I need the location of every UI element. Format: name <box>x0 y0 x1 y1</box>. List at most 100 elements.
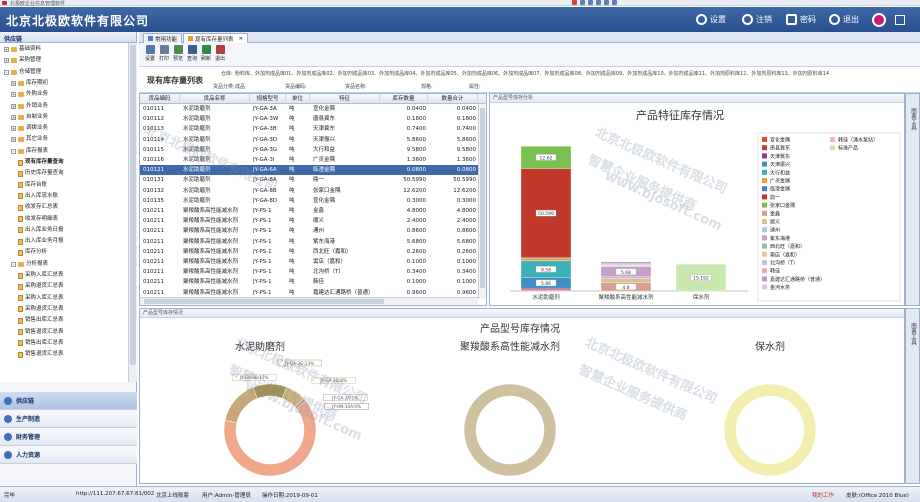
expand-icon[interactable]: + <box>11 126 16 132</box>
expand-icon[interactable]: + <box>11 103 16 109</box>
tree-node[interactable]: + 外购业务 <box>11 89 48 100</box>
module-finance[interactable]: 财务管理 <box>0 428 137 446</box>
table-row[interactable]: 010211 聚羧酸系高性能减水剂 JY-PS-1 吨 韩佳 0.1000 0.1000 <box>140 277 478 287</box>
tree-node[interactable]: 销售退货汇总表 <box>18 349 64 360</box>
tree-node[interactable]: + 库存期初 <box>11 78 48 89</box>
tree-node[interactable]: + 自制业务 <box>11 112 48 123</box>
tree-node[interactable]: + 采购管理 <box>4 55 41 66</box>
tab-inventory-list[interactable]: 现有库存量列表 × <box>183 33 249 43</box>
table-row[interactable]: 010113 水泥助磨剂 JY-GA-3B 吨 天津冀东 0.7400 0.7400 <box>140 124 478 134</box>
tree-node[interactable]: 采购退货汇总表 <box>18 304 64 315</box>
module-manufacturing[interactable]: 生产制造 <box>0 410 137 428</box>
tray-icon[interactable] <box>588 0 593 5</box>
password-button[interactable]: 密码 <box>786 14 816 25</box>
expand-icon[interactable]: + <box>11 137 16 143</box>
grid-vertical-scrollbar[interactable] <box>478 104 486 299</box>
collapse-icon[interactable]: - <box>11 261 16 267</box>
grid-scroll-thumb[interactable] <box>480 108 485 288</box>
table-row[interactable]: 010211 聚羧酸系高性能减水剂 JY-PS-1 吨 北沟桥（T） 0.3400 0.34… <box>140 267 478 277</box>
expand-icon[interactable]: + <box>11 114 16 120</box>
toolbar-button[interactable]: 打印 <box>157 45 171 62</box>
tab-common-functions[interactable]: 常用功能 <box>143 33 183 43</box>
table-row[interactable]: 010211 聚羧酸系高性能减水剂 JY-PS-1 吨 窦店（嘉和） 0.1000 0.10… <box>140 257 478 267</box>
layout-grid-icon[interactable] <box>895 15 905 25</box>
column-header[interactable]: 单位 <box>286 94 310 104</box>
expand-icon[interactable]: + <box>4 47 9 52</box>
tree-node[interactable]: 采购入库汇总表 <box>18 270 64 281</box>
tray-icon[interactable] <box>572 0 577 5</box>
tree-node[interactable]: 销售出库汇总表 <box>18 338 64 349</box>
tree-node[interactable]: 出入库流水账 <box>18 191 58 202</box>
tree-scroll-thumb[interactable] <box>130 45 136 365</box>
grid-hscroll-thumb[interactable] <box>144 299 384 304</box>
tree-scrollbar[interactable] <box>128 43 137 382</box>
tray-icon[interactable] <box>612 0 617 5</box>
tree-node[interactable]: + 外销业务 <box>11 101 48 112</box>
table-row[interactable]: 010211 聚羧酸系高性能减水剂 JY-PS-1 吨 紫东海港 5.6800 5.6800 <box>140 237 478 247</box>
chart-tools-strip[interactable]: 图表工具 <box>905 93 920 306</box>
table-row[interactable]: 010114 水泥助磨剂 JY-GA-3D 吨 天津振兴 5.8600 5.8600 <box>140 135 478 145</box>
toolbar-button[interactable]: 退出 <box>213 45 227 62</box>
table-row[interactable]: 010115 水泥助磨剂 JY-GA-3G 吨 大行和益 9.5800 9.5800 <box>140 145 478 155</box>
tree-node[interactable]: 库存台账 <box>18 180 47 191</box>
tree-node[interactable]: 出入库业务月报 <box>18 236 64 247</box>
table-row[interactable]: 010121 水泥助磨剂 JY-GA-6A 吨 临澄金隅 0.0800 0.0800 <box>140 165 478 176</box>
category-value[interactable]: 成品 <box>235 83 245 90</box>
table-row[interactable]: 010132 水泥助磨剂 JY-GA-8B 吨 张家口金隅 12.6200 12.6200 <box>140 186 478 196</box>
tree-node[interactable]: 采购退货汇总表 <box>18 281 64 292</box>
tree-node[interactable]: 收发存明细表 <box>18 214 58 225</box>
my-work-link[interactable]: 我的工作 <box>812 491 834 499</box>
table-row[interactable]: 010211 聚羧酸系高性能减水剂 JY-PS-1 吨 金鑫 4.8000 4.8000 <box>140 206 478 216</box>
expand-icon[interactable]: + <box>11 92 16 98</box>
column-header[interactable]: 货品名称 <box>180 94 250 104</box>
table-row[interactable]: 010111 水泥助磨剂 JY-GA-3A 吨 宣化金隅 0.0400 0.0400 <box>140 104 478 114</box>
tree-node[interactable]: 销售退货汇总表 <box>18 327 64 338</box>
table-row[interactable]: 010211 聚羧酸系高性能减水剂 JY-PS-1 吨 通州 0.8600 0.8600 <box>140 226 478 236</box>
toolbar-button[interactable]: 预览 <box>171 45 185 62</box>
close-icon[interactable]: × <box>239 36 244 42</box>
column-header[interactable]: 货品编码 <box>140 94 180 104</box>
exit-button[interactable]: 退出 <box>829 14 859 25</box>
tray-icon[interactable] <box>604 0 609 5</box>
table-row[interactable]: 010135 水泥助磨剂 JY-GA-8D 吨 宣化金隅 0.3000 0.3000 <box>140 196 478 206</box>
tree-node[interactable]: + 基础资料 <box>4 44 41 55</box>
tree-node[interactable]: 销售出库汇总表 <box>18 315 64 326</box>
tree-node[interactable]: 库存分析 <box>18 247 47 258</box>
toolbar-button[interactable]: 查询 <box>185 45 199 62</box>
toolbar-button[interactable]: 刷新 <box>199 45 213 62</box>
tree-node[interactable]: - 库存报表 <box>11 146 48 157</box>
settings-button[interactable]: 设置 <box>696 14 726 25</box>
module-supply-chain[interactable]: 供应链 <box>0 392 137 410</box>
module-hr[interactable]: 人力资源 <box>0 446 137 464</box>
collapse-icon[interactable]: - <box>4 69 9 75</box>
logout-button[interactable]: 注销 <box>742 14 772 25</box>
tree-node[interactable]: - 仓储管理 <box>4 67 41 78</box>
tree-node[interactable]: 现有库存量查询 <box>18 157 64 168</box>
column-header[interactable]: 数量合计 <box>428 94 478 104</box>
tree-node[interactable]: 收发存汇总表 <box>18 202 58 213</box>
user-avatar-icon[interactable] <box>872 13 886 27</box>
table-row[interactable]: 010116 水泥助磨剂 JY-GA-3I 吨 广灵金隅 1.3600 1.3600 <box>140 155 478 165</box>
warehouse-value[interactable]: 粉料库、外加剂成品库01、外加剂成品库02、外加剂成品库03、外加剂成品库04、… <box>235 70 917 77</box>
table-row[interactable]: 010211 聚羧酸系高性能减水剂 JY-PS-1 吨 西北旺（嘉和） 0.2600 0.2… <box>140 247 478 257</box>
expand-icon[interactable]: + <box>11 80 16 86</box>
tree-node[interactable]: 采购入库汇总表 <box>18 293 64 304</box>
column-header[interactable]: 特征 <box>310 94 380 104</box>
tray-icon[interactable] <box>580 0 585 5</box>
chart-tools-strip-2[interactable]: 图表工具 <box>905 308 920 484</box>
tray-icon[interactable] <box>596 0 601 5</box>
tree-node[interactable]: 历史库存量查询 <box>18 168 64 179</box>
table-row[interactable]: 010112 水泥助磨剂 JY-GA-3W 吨 唐县冀东 0.1800 0.1800 <box>140 114 478 124</box>
tree-node[interactable]: - 分析报表 <box>11 259 48 270</box>
tree-node[interactable]: + 调拨业务 <box>11 123 48 134</box>
table-row[interactable]: 010131 水泥助磨剂 JY-GA-8A 吨 鼎一 50.5990 50.5990 <box>140 175 478 185</box>
column-header[interactable]: 规格型号 <box>250 94 286 104</box>
expand-icon[interactable]: + <box>4 58 9 64</box>
table-row[interactable]: 010211 聚羧酸系高性能减水剂 JY-PS-1 吨 顺义 2.4000 2.4000 <box>140 216 478 226</box>
collapse-icon[interactable]: - <box>11 148 16 154</box>
column-header[interactable]: 库存数量 <box>380 94 428 104</box>
tree-node[interactable]: + 其它业务 <box>11 134 48 145</box>
toolbar-button[interactable]: 设置 <box>143 45 157 62</box>
grid-horizontal-scrollbar[interactable] <box>140 297 478 305</box>
tree-node[interactable]: 出入库业务日报 <box>18 225 64 236</box>
